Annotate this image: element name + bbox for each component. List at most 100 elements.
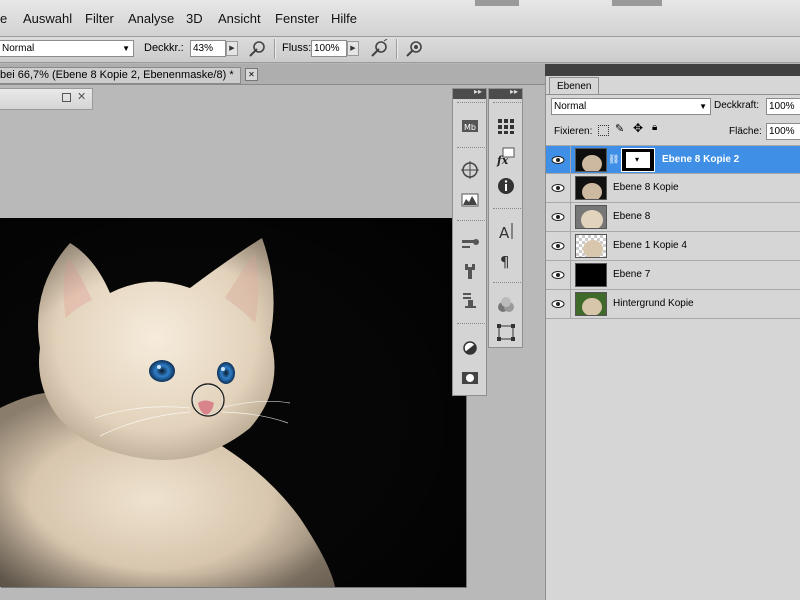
navigator-icon[interactable] <box>458 159 482 181</box>
svg-text:A: A <box>499 224 510 242</box>
fill-input[interactable]: 100% <box>766 123 800 140</box>
lock-label: Fixieren: <box>554 126 593 137</box>
masks-icon[interactable] <box>458 367 482 389</box>
paragraph-icon[interactable]: ¶ <box>494 249 518 271</box>
clone-source-icon[interactable] <box>458 261 482 283</box>
mode-select[interactable]: Normal ▼ <box>0 40 134 57</box>
flow-input[interactable]: 100% <box>311 40 347 57</box>
layer-thumbnail <box>575 148 607 172</box>
visibility-eye-icon[interactable] <box>546 261 571 289</box>
menu-item-auswahl[interactable]: Auswahl <box>23 11 72 26</box>
menu-item-fenster[interactable]: Fenster <box>275 11 319 26</box>
chain-link-icon[interactable]: ⛓ <box>608 154 619 165</box>
fill-value: 100% <box>769 126 795 137</box>
menu-item-filter[interactable]: Filter <box>85 11 114 26</box>
separator <box>274 39 276 59</box>
window-button-2[interactable] <box>612 0 662 6</box>
window-button-1[interactable] <box>475 0 519 6</box>
dock-header[interactable]: ▸▸ <box>489 87 522 99</box>
lock-pixels-icon[interactable]: ✎ <box>615 122 624 135</box>
layer-thumbnail <box>575 176 607 200</box>
document-tab-bar: bei 66,7% (Ebene 8 Kopie 2, Ebenenmaske/… <box>0 64 545 85</box>
opacity-value: 43% <box>193 43 214 54</box>
document-title: bei 66,7% (Ebene 8 Kopie 2, Ebenenmaske/… <box>0 69 234 81</box>
svg-text:¶: ¶ <box>500 253 510 271</box>
layer-mask-thumbnail[interactable]: ▾ <box>621 148 655 172</box>
opacity-slider-button[interactable]: ▶ <box>226 41 238 56</box>
lock-position-icon[interactable]: ✥ <box>633 121 643 135</box>
airbrush-icon[interactable] <box>247 39 267 59</box>
chevron-down-icon: ▼ <box>122 44 130 53</box>
layer-name: Ebene 8 Kopie <box>613 182 679 193</box>
visibility-eye-icon[interactable] <box>546 174 571 202</box>
layer-thumbnail <box>575 263 607 287</box>
floating-window-header: ✕ <box>0 88 93 110</box>
panel-dock-column-1: ▸▸ Mb <box>452 87 487 396</box>
layer-name: Ebene 7 <box>613 269 651 280</box>
swatches-icon[interactable] <box>494 115 518 137</box>
layer-opacity-value: 100% <box>769 101 795 112</box>
layers-panel: Ebenen Normal ▼ Deckkraft: 100% Fixieren… <box>545 76 800 600</box>
panel-dock-column-2: ▸▸ fx A ¶ <box>488 87 523 348</box>
maximize-icon[interactable] <box>62 93 71 102</box>
layer-opacity-input[interactable]: 100% <box>766 98 800 115</box>
svg-text:fx: fx <box>496 154 509 167</box>
layer-thumbnail <box>575 292 607 316</box>
mini-bridge-icon[interactable]: Mb <box>458 115 482 137</box>
dock-header[interactable]: ▸▸ <box>453 87 486 99</box>
visibility-eye-icon[interactable] <box>546 232 571 260</box>
menu-item-analyse[interactable]: Analyse <box>128 11 174 26</box>
menu-bar: e Auswahl Filter Analyse 3D Ansicht Fens… <box>0 0 800 37</box>
histogram-icon[interactable] <box>458 189 482 211</box>
lock-transparency-icon[interactable] <box>598 125 609 136</box>
layer-row-ebene-7[interactable]: Ebene 7 <box>546 261 800 290</box>
styles-fx-icon[interactable]: fx <box>494 145 518 167</box>
tab-ebenen[interactable]: Ebenen <box>549 77 600 95</box>
opacity-label: Deckkr.: <box>144 42 184 54</box>
layer-name: Hintergrund Kopie <box>613 298 694 309</box>
airbrush-toggle-icon[interactable] <box>369 38 389 59</box>
blend-mode-select[interactable]: Normal ▼ <box>551 98 711 115</box>
chevron-down-icon: ▼ <box>699 102 707 111</box>
layer-thumbnail <box>575 205 607 229</box>
svg-text:Mb: Mb <box>464 123 476 132</box>
layer-row-hintergrund-kopie[interactable]: Hintergrund Kopie <box>546 290 800 319</box>
menu-item-edit[interactable]: e <box>0 11 7 26</box>
lock-all-icon[interactable]: 🔒︎ <box>652 122 657 133</box>
transform-icon[interactable] <box>494 322 518 344</box>
options-bar: Normal ▼ Deckkr.: 43% ▶ Fluss: 100% ▶ <box>0 37 800 63</box>
layer-thumbnail <box>575 234 607 258</box>
visibility-eye-icon[interactable] <box>546 203 571 231</box>
blend-mode-value: Normal <box>554 101 587 112</box>
adjustments-icon[interactable] <box>458 337 482 359</box>
tool-presets-icon[interactable] <box>458 289 482 311</box>
close-icon[interactable]: ✕ <box>245 68 258 81</box>
menu-item-hilfe[interactable]: Hilfe <box>331 11 357 26</box>
separator <box>396 39 398 59</box>
visibility-eye-icon[interactable] <box>546 146 571 174</box>
menu-item-3d[interactable]: 3D <box>186 11 203 26</box>
menu-item-ansicht[interactable]: Ansicht <box>218 11 261 26</box>
tablet-pressure-icon[interactable] <box>404 39 424 59</box>
layer-name: Ebene 8 Kopie 2 <box>662 154 740 165</box>
layer-name: Ebene 1 Kopie 4 <box>613 240 687 251</box>
mode-value: Normal <box>2 43 35 54</box>
character-icon[interactable]: A <box>494 220 518 242</box>
brush-presets-icon[interactable] <box>458 232 482 254</box>
layer-row-ebene-8-kopie[interactable]: Ebene 8 Kopie <box>546 174 800 203</box>
layers-panel-header <box>545 64 800 76</box>
flow-slider-button[interactable]: ▶ <box>347 41 359 56</box>
visibility-eye-icon[interactable] <box>546 290 571 318</box>
3d-icon[interactable] <box>494 294 518 316</box>
layer-row-ebene-8[interactable]: Ebene 8 <box>546 203 800 232</box>
layer-row-ebene-1-kopie-4[interactable]: Ebene 1 Kopie 4 <box>546 232 800 261</box>
layer-row-ebene-8-kopie-2[interactable]: ⛓ ▾ Ebene 8 Kopie 2 <box>546 145 800 174</box>
info-icon[interactable] <box>494 175 518 197</box>
kitten-photo <box>0 218 466 587</box>
layer-opacity-label: Deckkraft: <box>714 100 760 111</box>
opacity-input[interactable]: 43% <box>190 40 226 57</box>
document-canvas[interactable] <box>0 218 466 587</box>
close-icon[interactable]: ✕ <box>77 90 86 103</box>
document-tab[interactable]: bei 66,7% (Ebene 8 Kopie 2, Ebenenmaske/… <box>0 67 241 84</box>
layer-name: Ebene 8 <box>613 211 651 222</box>
